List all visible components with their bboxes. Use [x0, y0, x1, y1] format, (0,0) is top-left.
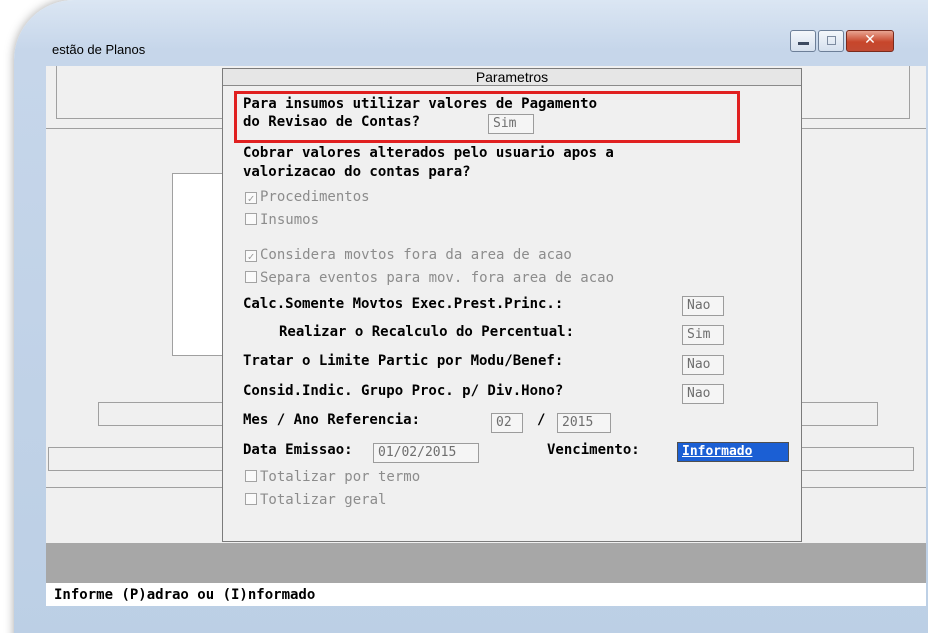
data-emissao-field[interactable]: 01/02/2015 — [373, 443, 479, 463]
ano-field[interactable]: 2015 — [557, 413, 611, 433]
bottom-gray-strip — [46, 543, 926, 583]
vencimento-field[interactable]: Informado — [677, 442, 789, 462]
checkbox-label: Procedimentos — [260, 189, 370, 205]
realizar-value-field[interactable]: Sim — [682, 325, 724, 345]
close-button[interactable]: ✕ — [846, 30, 894, 52]
calc-value-field[interactable]: Nao — [682, 296, 724, 316]
checkbox-label: Totalizar geral — [260, 492, 387, 508]
dialog-title: Parametros — [223, 69, 801, 86]
close-icon: ✕ — [864, 32, 876, 48]
cobrar-label-line1: Cobrar valores alterados pelo usuario ap… — [243, 145, 614, 161]
consid-label: Consid.Indic. Grupo Proc. p/ Div.Hono? — [243, 383, 564, 399]
checkbox-label: Considera movtos fora da area de acao — [260, 247, 572, 263]
status-bar: Informe (P)adrao ou (I)nformado — [46, 583, 926, 606]
minimize-button[interactable] — [790, 30, 816, 52]
checkbox-label: Insumos — [260, 212, 320, 228]
tratar-value-field[interactable]: Nao — [682, 355, 724, 375]
checkbox-unchecked-icon — [245, 493, 257, 505]
checkbox-insumos[interactable]: Insumos — [245, 211, 319, 229]
client-area: Informe (P)adrao ou (I)nformado Parametr… — [46, 66, 926, 606]
checkbox-unchecked-icon — [245, 271, 257, 283]
checkbox-considera[interactable]: ✓ Considera movtos fora da area de acao — [245, 246, 572, 264]
app-window: estão de Planos ✕ Informe (P)adrao ou (I… — [14, 0, 928, 633]
checkbox-checked-icon: ✓ — [245, 192, 257, 204]
checkbox-unchecked-icon — [245, 470, 257, 482]
minimize-icon — [798, 42, 809, 45]
vencimento-label: Vencimento: — [547, 442, 640, 458]
question-insumos-line2: do Revisao de Contas? — [243, 114, 421, 130]
parametros-dialog: Parametros Para insumos utilizar valores… — [222, 68, 802, 542]
maximize-button[interactable] — [818, 30, 844, 52]
checkbox-totalizar-termo[interactable]: Totalizar por termo — [245, 468, 420, 486]
screenshot-frame: estão de Planos ✕ Informe (P)adrao ou (I… — [0, 0, 928, 633]
mes-ano-separator: / — [537, 412, 546, 428]
cobrar-label-line2: valorizacao do contas para? — [243, 164, 471, 180]
checkbox-unchecked-icon — [245, 213, 257, 225]
window-title: estão de Planos — [52, 42, 146, 57]
checkbox-procedimentos[interactable]: ✓ Procedimentos — [245, 188, 370, 206]
tratar-label: Tratar o Limite Partic por Modu/Benef: — [243, 353, 564, 369]
checkbox-separa[interactable]: Separa eventos para mov. fora area de ac… — [245, 269, 614, 287]
checkbox-label: Separa eventos para mov. fora area de ac… — [260, 270, 615, 286]
checkbox-totalizar-geral[interactable]: Totalizar geral — [245, 491, 386, 509]
status-message: Informe (P)adrao ou (I)nformado — [54, 587, 316, 603]
consid-value-field[interactable]: Nao — [682, 384, 724, 404]
checkbox-label: Totalizar por termo — [260, 469, 421, 485]
data-emissao-label: Data Emissao: — [243, 442, 353, 458]
maximize-icon — [827, 36, 836, 45]
checkbox-checked-icon: ✓ — [245, 250, 257, 262]
question-insumos-line1: Para insumos utilizar valores de Pagamen… — [243, 96, 598, 112]
realizar-label: Realizar o Recalculo do Percentual: — [279, 324, 575, 340]
mes-field[interactable]: 02 — [491, 413, 523, 433]
calc-label: Calc.Somente Movtos Exec.Prest.Princ.: — [243, 296, 564, 312]
mes-ano-label: Mes / Ano Referencia: — [243, 412, 421, 428]
insumos-value-field[interactable]: Sim — [488, 114, 534, 134]
